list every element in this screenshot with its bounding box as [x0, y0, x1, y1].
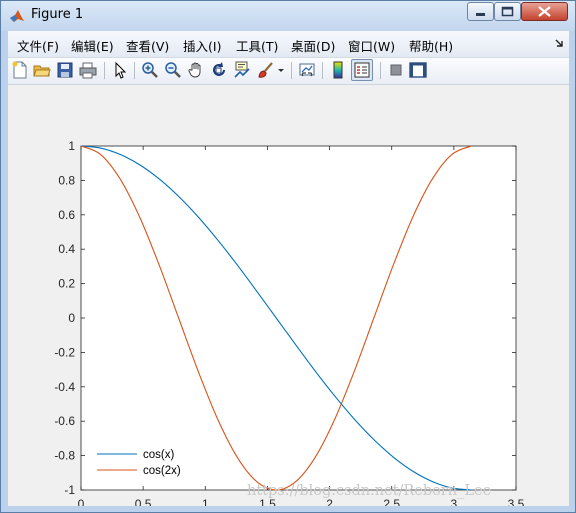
x-tick-label: 3.5 — [508, 497, 525, 506]
menu-view[interactable]: 查看(V) — [126, 36, 169, 55]
menu-bar: 文件(F) 编辑(E) 查看(V) 插入(I) 工具(T) 桌面(D) 窗口(W… — [8, 31, 569, 58]
print-icon[interactable] — [79, 61, 97, 79]
legend-icon[interactable] — [353, 61, 371, 79]
zoom-in-icon[interactable] — [141, 61, 159, 79]
toolbar-separator — [291, 62, 292, 79]
y-tick-label: -0.2 — [54, 345, 75, 359]
menu-desktop[interactable]: 桌面(D) — [291, 36, 335, 55]
y-tick-label: -0.8 — [54, 449, 75, 463]
menubar-dock-arrow-icon[interactable] — [554, 38, 564, 48]
toolbar-separator — [134, 62, 135, 79]
maximize-icon — [501, 6, 514, 17]
data-cursor-icon[interactable] — [233, 61, 251, 79]
menu-edit[interactable]: 编辑(E) — [71, 36, 114, 55]
line-plot[interactable]: 0 0.5 1 1.5 2 2.5 3 3.510.80.60.40.20-0.2-0.4-0… — [8, 85, 569, 506]
y-tick-label: 0 — [68, 311, 75, 325]
menu-help[interactable]: 帮助(H) — [409, 36, 453, 55]
open-file-icon[interactable] — [33, 61, 51, 79]
toolbar-separator — [380, 62, 381, 79]
axes-box — [80, 145, 517, 491]
x-tick-label: 0.5 — [135, 497, 152, 506]
new-figure-icon[interactable] — [11, 61, 29, 79]
figure-client-area: 文件(F) 编辑(E) 查看(V) 插入(I) 工具(T) 桌面(D) 窗口(W… — [8, 31, 569, 506]
toolbar-separator — [104, 62, 105, 79]
y-tick-label: -1 — [64, 483, 75, 497]
minimize-icon — [476, 13, 485, 16]
matlab-logo-icon — [10, 10, 24, 22]
y-tick-label: 0.4 — [58, 242, 75, 256]
close-icon — [538, 6, 551, 17]
brush-icon[interactable] — [256, 61, 274, 79]
title-bar[interactable]: Figure 1 — [1, 1, 575, 31]
zoom-out-icon[interactable] — [164, 61, 182, 79]
brush-dropdown-icon[interactable] — [276, 61, 286, 79]
x-tick-label: 1 — [202, 497, 209, 506]
y-tick-label: -0.4 — [54, 380, 75, 394]
y-tick-label: 1 — [68, 139, 75, 153]
pan-hand-icon[interactable] — [187, 61, 205, 79]
figure-canvas: 0 0.5 1 1.5 2 2.5 3 3.5 1 0.8 0.6 0.4 0.2 0 -0.2 -0.4 -0… — [8, 85, 569, 506]
x-tick-label: 0 — [78, 497, 85, 506]
colorbar-icon[interactable] — [329, 61, 347, 79]
legend-entry-label: cos(2x) — [143, 465, 181, 477]
rotate-3d-icon[interactable] — [210, 61, 228, 79]
show-plot-tools-icon[interactable] — [409, 61, 427, 79]
y-tick-label: -0.6 — [54, 414, 75, 428]
menu-insert[interactable]: 插入(I) — [183, 36, 221, 55]
minimize-button[interactable] — [467, 2, 494, 21]
figure-toolbar — [8, 58, 569, 85]
legend-entry-label: cos(x) — [143, 449, 174, 461]
pointer-icon[interactable] — [111, 61, 129, 79]
y-tick-label: 0.2 — [58, 277, 75, 291]
hide-plot-tools-icon[interactable] — [387, 61, 405, 79]
link-plot-icon[interactable] — [298, 61, 316, 79]
close-button[interactable] — [521, 2, 568, 21]
menu-window[interactable]: 窗口(W) — [348, 36, 395, 55]
figure-window: Figure 1 文件(F) 编辑(E) 查看(V) 插入(I) 工具(T) 桌… — [0, 0, 576, 513]
menu-tools[interactable]: 工具(T) — [236, 36, 278, 55]
y-tick-label: 0.8 — [58, 173, 75, 187]
toolbar-separator — [322, 62, 323, 79]
window-title: Figure 1 — [31, 7, 84, 22]
y-tick-label: 0.6 — [58, 208, 75, 222]
menu-file[interactable]: 文件(F) — [17, 36, 59, 55]
save-icon[interactable] — [56, 61, 74, 79]
watermark-text: https://blog.csdn.net/Reborn_Lee — [247, 483, 492, 499]
maximize-button[interactable] — [494, 2, 521, 21]
